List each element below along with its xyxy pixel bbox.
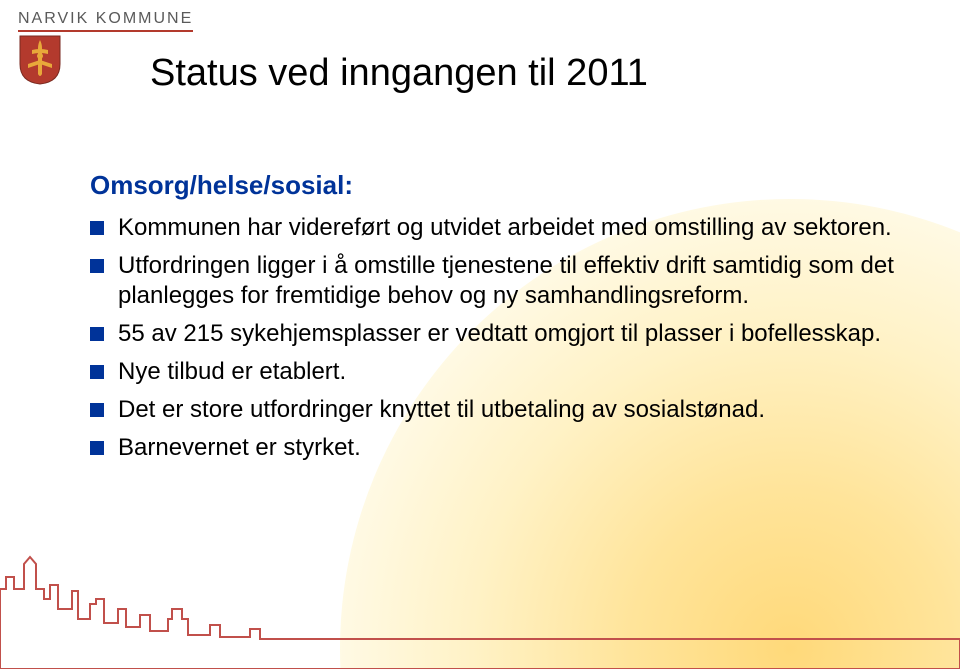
bullet-item: Det er store utfordringer knyttet til ut… bbox=[90, 395, 900, 425]
narvik-crest-icon bbox=[18, 34, 62, 91]
bullet-item: Barnevernet er styrket. bbox=[90, 433, 900, 463]
slide-title: Status ved inngangen til 2011 bbox=[150, 52, 648, 95]
bullet-item: Kommunen har videreført og utvidet arbei… bbox=[90, 213, 900, 243]
bullet-item: 55 av 215 sykehjemsplasser er vedtatt om… bbox=[90, 319, 900, 349]
content-block: Omsorg/helse/sosial: Kommunen har videre… bbox=[90, 170, 900, 471]
slide: NARVIK KOMMUNE Status ved inngangen til … bbox=[0, 0, 960, 669]
bullet-list: Kommunen har videreført og utvidet arbei… bbox=[90, 213, 900, 463]
section-subheading: Omsorg/helse/sosial: bbox=[90, 170, 900, 201]
bullet-item: Nye tilbud er etablert. bbox=[90, 357, 900, 387]
header-underline bbox=[18, 30, 193, 32]
bullet-item: Utfordringen ligger i å omstille tjenest… bbox=[90, 251, 900, 311]
header: NARVIK KOMMUNE bbox=[18, 10, 193, 32]
org-name: NARVIK KOMMUNE bbox=[18, 10, 193, 28]
